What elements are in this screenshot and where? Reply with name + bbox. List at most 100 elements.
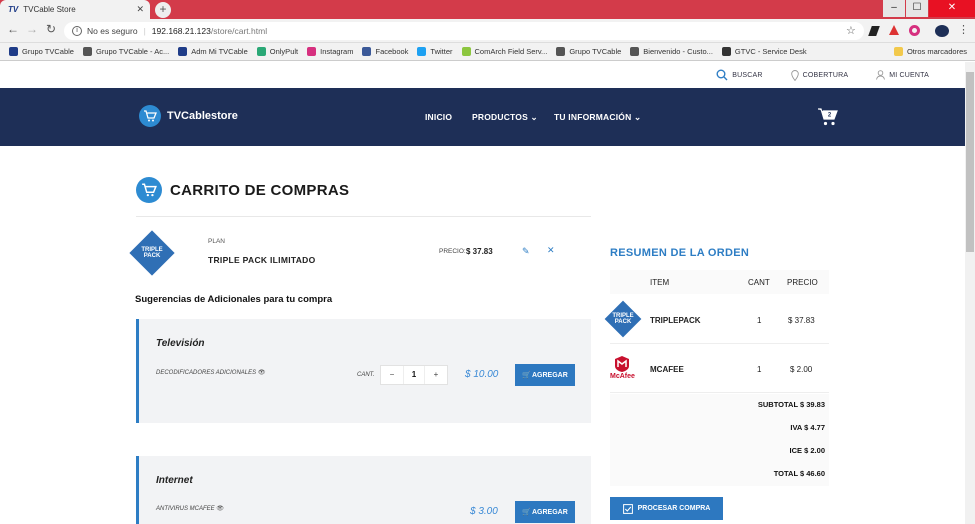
site-logo[interactable]: TVCablestore [139, 105, 238, 127]
back-button[interactable]: ← [6, 22, 20, 36]
new-tab-button[interactable]: + [155, 2, 171, 18]
addon-name: ANTIVIRUS MCAFEE 👁 [156, 505, 224, 512]
bookmark-favicon-icon [178, 47, 188, 56]
item-name: TRIPLEPACK [650, 316, 701, 325]
triplepack-logo-text: TRIPLE PACK [612, 313, 634, 325]
bookmark-item[interactable]: Grupo TVCable [9, 47, 74, 56]
logo-cart-icon [139, 105, 161, 127]
nav-info[interactable]: TU INFORMACIÓN ⌄ [554, 112, 641, 123]
cart-icon: 🛒 [522, 509, 531, 516]
other-bookmarks[interactable]: Otros marcadores [893, 47, 967, 56]
menu-icon[interactable]: ⋮ [958, 23, 969, 36]
bookmarks-bar: Grupo TVCable Grupo TVCable - Ac... Adm Mi… [0, 43, 975, 61]
account-link[interactable]: MI CUENTA [876, 70, 929, 80]
increment-button[interactable]: + [425, 366, 447, 384]
chevron-down-icon: ⌄ [633, 112, 642, 122]
item-qty: 1 [757, 316, 762, 325]
bookmark-item[interactable]: ComArch Field Serv... [461, 47, 548, 56]
bookmark-item[interactable]: Grupo TVCable [556, 47, 621, 56]
star-icon[interactable]: ☆ [846, 24, 856, 37]
location-pin-icon [790, 69, 799, 81]
price-value: $ 37.83 [466, 247, 493, 256]
divider [136, 216, 591, 217]
bookmark-item[interactable]: Grupo TVCable - Ac... [82, 47, 169, 56]
extension-icon-3[interactable] [909, 25, 920, 36]
cart-icon: 2 [818, 108, 838, 126]
plan-logo: TRIPLE PACK [129, 230, 175, 276]
nav-home[interactable]: INICIO [425, 112, 452, 122]
coverage-link[interactable]: COBERTURA [790, 69, 849, 81]
cart-title-icon [136, 177, 162, 203]
url-field[interactable]: i No es seguro | 192.168.21.123/store/ca… [64, 22, 864, 40]
bookmark-favicon-icon [461, 47, 471, 56]
bookmark-item[interactable]: Instagram [307, 47, 353, 56]
scrollbar-thumb[interactable] [966, 72, 974, 252]
bookmark-item[interactable]: Facebook [362, 47, 408, 56]
search-icon [716, 69, 728, 81]
plan-logo-text: TRIPLE PACK [141, 247, 163, 259]
chevron-down-icon: ⌄ [530, 112, 538, 122]
add-button[interactable]: 🛒 AGREGAR [515, 364, 575, 386]
bookmark-favicon-icon [630, 47, 640, 56]
profile-avatar[interactable] [935, 25, 949, 37]
bookmark-item[interactable]: Adm Mi TVCable [178, 47, 248, 56]
ice: ICE $ 2.00 [789, 446, 825, 455]
bookmark-favicon-icon [9, 47, 18, 56]
col-price: PRECIO [787, 278, 818, 287]
brand-name: TVCablestore [167, 110, 238, 122]
quantity-stepper: − 1 + [380, 365, 448, 385]
bookmark-label: Adm Mi TVCable [191, 47, 248, 56]
mcafee-logo: McAfee [610, 355, 635, 380]
process-order-button[interactable]: PROCESAR COMPRA [610, 497, 723, 520]
search-link[interactable]: BUSCAR [716, 69, 762, 81]
iva: IVA $ 4.77 [790, 423, 825, 432]
minimize-button[interactable]: – [883, 0, 905, 17]
add-button-label: AGREGAR [531, 508, 568, 516]
nav-products[interactable]: PRODUCTOS ⌄ [472, 112, 538, 123]
nav-products-label: PRODUCTOS [472, 112, 528, 122]
item-qty: 1 [757, 365, 762, 374]
addon-price: $ 10.00 [465, 369, 499, 380]
user-icon [876, 70, 886, 80]
eye-icon[interactable]: 👁 [258, 370, 266, 376]
add-button[interactable]: 🛒 AGREGAR [515, 501, 575, 523]
eye-icon[interactable]: 👁 [216, 506, 224, 512]
info-icon[interactable]: i [72, 26, 82, 36]
tab-favicon: TV [8, 5, 19, 14]
item-name: MCAFEE [650, 365, 684, 374]
edit-icon[interactable]: ✎ [522, 246, 530, 257]
bookmark-favicon-icon [721, 47, 731, 56]
bookmark-label: ComArch Field Serv... [474, 47, 548, 56]
bookmark-label: Twitter [430, 47, 453, 56]
addon-card-internet: Internet ANTIVIRUS MCAFEE 👁 $ 3.00 🛒 AGRE… [136, 456, 591, 524]
bookmark-item[interactable]: Twitter [417, 47, 453, 56]
account-label: MI CUENTA [889, 71, 929, 79]
remove-icon[interactable]: ✕ [547, 245, 555, 256]
price-label: PRECIO: [439, 248, 466, 255]
bookmark-label: Bienvenido - Custo... [643, 47, 713, 56]
addon-name: DECODIFICADORES ADICIONALES 👁 [156, 369, 265, 376]
addon-name-text: ANTIVIRUS MCAFEE [156, 506, 215, 512]
suggestions-title: Sugerencias de Adicionales para tu compr… [135, 294, 333, 305]
qty-label: CANT. [357, 372, 375, 378]
tab-close-icon[interactable]: ✕ [136, 4, 144, 15]
bookmark-item[interactable]: GTVC - Service Desk [721, 47, 807, 56]
addon-price: $ 3.00 [470, 506, 498, 517]
quantity-input[interactable]: 1 [403, 366, 425, 384]
utility-bar: BUSCAR COBERTURA MI CUENTA [0, 62, 965, 88]
cart-button[interactable]: 2 [817, 107, 839, 127]
addon-card-tv: Televisión DECODIFICADORES ADICIONALES 👁… [136, 319, 591, 423]
search-label: BUSCAR [732, 71, 763, 79]
maximize-button[interactable]: ☐ [906, 0, 928, 17]
decrement-button[interactable]: − [381, 366, 403, 384]
close-window-button[interactable]: ✕ [929, 0, 975, 17]
bookmark-label: Instagram [320, 47, 354, 56]
bookmark-favicon-icon [556, 47, 566, 56]
summary-title: RESUMEN DE LA ORDEN [610, 247, 750, 259]
nav-info-label: TU INFORMACIÓN [554, 112, 632, 122]
bookmark-item[interactable]: OnlyPult [256, 47, 298, 56]
browser-tab[interactable]: TV TVCable Store ✕ [0, 0, 150, 19]
bookmark-item[interactable]: Bienvenido - Custo... [630, 47, 713, 56]
reload-button[interactable]: ↻ [44, 22, 58, 36]
forward-button[interactable]: → [25, 22, 39, 36]
